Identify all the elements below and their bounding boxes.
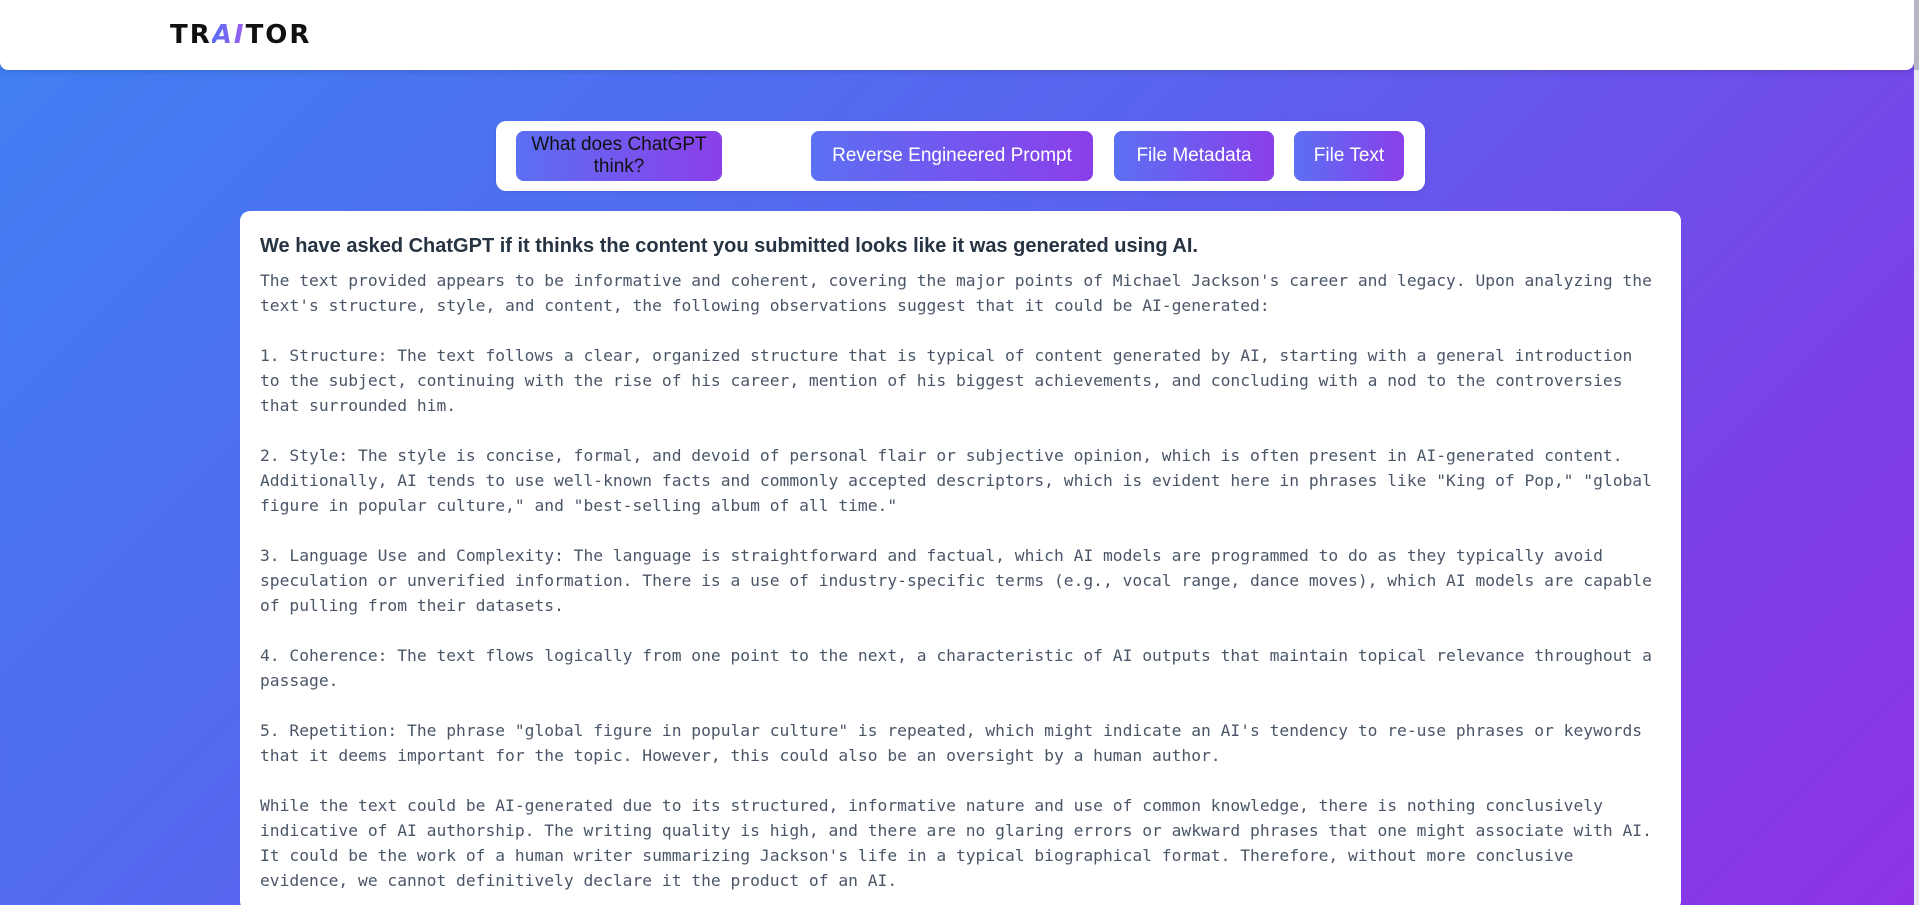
top-navbar: TRAITOR — [0, 0, 1914, 70]
result-card: We have asked ChatGPT if it thinks the c… — [240, 211, 1681, 905]
logo-text-ai: AI — [211, 20, 246, 50]
tab-reverse-engineered-prompt[interactable]: Reverse Engineered Prompt — [811, 131, 1093, 181]
tab-chatgpt-opinion[interactable]: What does ChatGPT think? — [516, 131, 722, 181]
result-heading: We have asked ChatGPT if it thinks the c… — [260, 235, 1198, 257]
tab-file-text[interactable]: File Text — [1294, 131, 1404, 181]
page-scrollbar[interactable] — [1914, 0, 1919, 905]
result-body-text: The text provided appears to be informat… — [260, 271, 1652, 890]
scrollbar-thumb[interactable] — [1914, 0, 1919, 70]
tab-bar: What does ChatGPT think? Reverse Enginee… — [496, 121, 1425, 191]
logo-text-right: TOR — [245, 20, 312, 50]
logo-text-left: TR — [170, 20, 212, 50]
traitor-logo[interactable]: TRAITOR — [170, 20, 311, 50]
tab-file-metadata[interactable]: File Metadata — [1114, 131, 1274, 181]
